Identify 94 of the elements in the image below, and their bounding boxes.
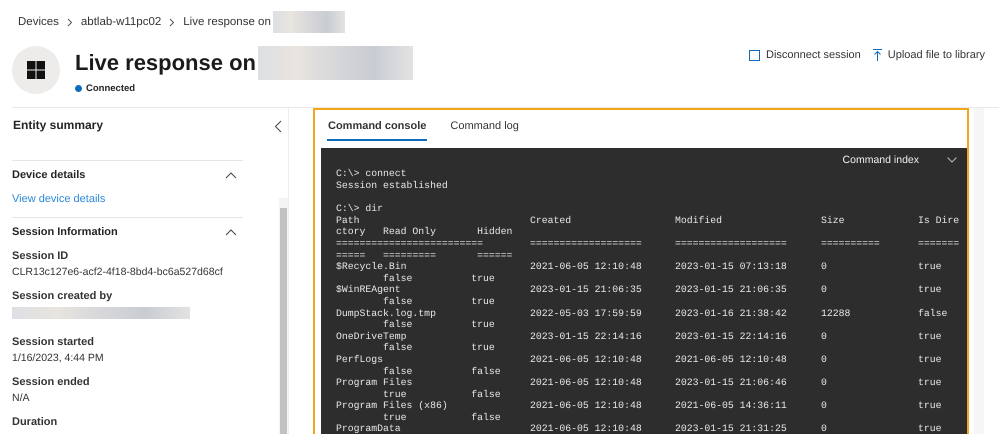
collapse-icon[interactable] — [274, 120, 282, 133]
field-label: Session started — [12, 336, 95, 348]
console-cell-text: Size — [821, 214, 846, 226]
console-cell-text: =================== — [530, 238, 643, 250]
console-line: false true — [382, 272, 496, 284]
field-label: Session ID — [12, 250, 70, 262]
console-cell-text: ========================= — [336, 238, 484, 250]
console-cell-text: 2023-01-15 21:06:35 — [675, 284, 788, 296]
upload-icon — [872, 49, 882, 61]
console-cell-text: true — [918, 400, 943, 412]
console-cell-text: true — [918, 330, 943, 342]
console-cell-text: $WinREAgent — [336, 284, 402, 296]
console-cell-text: 2023-01-15 22:14:16 — [675, 330, 788, 342]
console-cell-text: Program Files (x86) — [336, 400, 449, 412]
console-cell-text: 2021-06-05 12:10:48 — [530, 377, 643, 389]
square-icon — [749, 50, 760, 60]
console-line: false true — [382, 319, 496, 331]
console-line: true false — [382, 388, 502, 400]
field-label: Session created by — [12, 290, 114, 302]
chevron-down-icon[interactable] — [947, 157, 957, 163]
console-line: C:\> connect — [336, 168, 408, 180]
breadcrumb-link[interactable]: abtlab-w11pc02 — [80, 16, 162, 28]
console-cell-text: true — [918, 377, 943, 389]
console-cell-text: 2021-06-05 12:10:48 — [530, 423, 643, 434]
chevron-icon[interactable] — [225, 228, 237, 236]
console-cell-text: $Recycle.Bin — [336, 261, 408, 273]
console-cell-text: 0 — [821, 400, 828, 412]
console-cell-text: true — [918, 284, 943, 296]
breadcrumb-link[interactable]: Live response on — [183, 16, 271, 28]
console-cell-text: true — [918, 423, 943, 434]
console-cell-text: 2021-06-05 14:36:11 — [675, 400, 788, 412]
console-line: C:\> dir — [336, 203, 384, 215]
console-line: false false — [382, 366, 502, 378]
console-cell-text: 2023-01-15 21:06:46 — [675, 377, 788, 389]
field-value: N/A — [12, 392, 31, 404]
console-cell-text: 2023-01-15 22:14:16 — [530, 330, 643, 342]
status-label: Connected — [86, 83, 136, 94]
panel-title: Entity summary — [13, 118, 104, 132]
windows-logo-icon — [27, 61, 45, 79]
console-cell-text: 0 — [821, 377, 828, 389]
console-cell-text: 12288 — [821, 308, 852, 320]
console-cell-text: true — [918, 261, 943, 273]
console-cell-text: Program Files — [336, 377, 414, 389]
chevron-right-icon — [66, 18, 73, 26]
console-cell-text: Modified — [675, 214, 724, 226]
console-cell-text: PerfLogs — [336, 354, 384, 366]
console-cell-text: OneDriveTemp — [336, 330, 408, 342]
view-details-link[interactable]: View device details — [12, 193, 243, 205]
console-cell-text: 2022-05-03 17:59:59 — [530, 308, 643, 320]
console-cell-text: ========== — [821, 238, 881, 250]
field-value: CLR13c127e6-acf2-4f18-8bd4-bc6a527d68cf — [12, 266, 224, 278]
console-cell-text: Path — [336, 214, 361, 226]
console-cell-text: Created — [530, 214, 572, 226]
field-label: Session ended — [12, 376, 91, 388]
console-cell-text: ProgramData — [336, 423, 402, 434]
console-cell-text: 2023-01-16 21:38:42 — [675, 308, 788, 320]
console-cell-text: 2023-01-15 21:31:25 — [675, 423, 788, 434]
console-line: false true — [382, 342, 496, 354]
field-label: Duration — [12, 416, 58, 428]
breadcrumb-link[interactable]: Devices — [18, 16, 59, 28]
console-cell-text: 2021-06-05 12:10:48 — [675, 354, 788, 366]
console-cell-text: 2023-01-15 21:06:35 — [530, 284, 643, 296]
console-cell-text: 0 — [821, 284, 828, 296]
action-button[interactable]: Disconnect session — [749, 49, 861, 61]
section-title: Session Information — [12, 226, 118, 238]
console-cell: Is Dire — [918, 214, 960, 226]
console-cell-text: 0 — [821, 330, 828, 342]
console-cell-text: 2021-06-05 12:10:48 — [530, 400, 643, 412]
action-button[interactable]: Upload file to library — [872, 49, 985, 61]
console-cell-text: 0 — [821, 354, 828, 366]
console-cell-text: 2023-01-15 07:13:18 — [675, 261, 788, 273]
console-cell: ======= — [918, 238, 960, 250]
console-cell-text: 0 — [821, 423, 828, 434]
console-line: ===== ========= ====== — [336, 250, 514, 262]
console-line: true false — [382, 412, 502, 424]
console-cell-text: false — [918, 308, 948, 320]
console-cell-text: =================== — [675, 238, 788, 250]
section-title: Device details — [12, 169, 86, 181]
page-title: Live response on — [75, 50, 256, 76]
command-index-dropdown[interactable]: Command index — [842, 154, 919, 166]
console-cell-text: true — [918, 354, 943, 366]
tab[interactable]: Command console — [327, 116, 428, 141]
tab[interactable]: Command log — [449, 116, 520, 141]
field-value: 1/16/2023, 4:44 PM — [12, 352, 105, 364]
scrollbar[interactable] — [279, 198, 288, 434]
console-line: ctory Read Only Hidden — [336, 226, 514, 238]
console-cell-text: 0 — [821, 261, 828, 273]
chevron-icon[interactable] — [225, 172, 237, 178]
console-cell-text: 2021-06-05 12:10:48 — [530, 261, 643, 273]
console-line: Session established — [336, 180, 449, 192]
chevron-right-icon — [169, 18, 176, 26]
console-cell-text: 2021-06-05 12:10:48 — [530, 354, 643, 366]
console-line: false true — [382, 296, 496, 308]
console-cell-text: DumpStack.log.tmp — [336, 308, 437, 320]
